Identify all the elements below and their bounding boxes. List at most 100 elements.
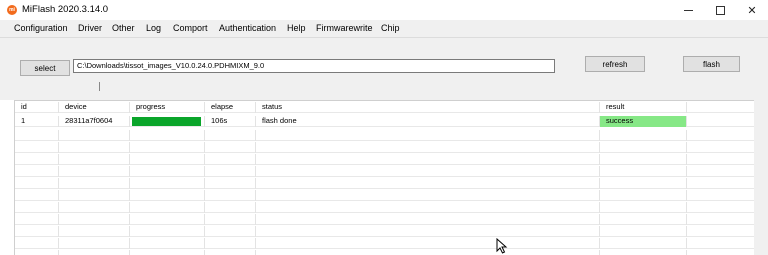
empty-cell	[59, 178, 130, 189]
empty-cell	[205, 238, 256, 249]
empty-cell	[59, 130, 130, 141]
empty-cell	[130, 130, 205, 141]
menu-log[interactable]: Log	[146, 23, 161, 33]
grid-header-row: id device progress elapse status result	[15, 102, 754, 113]
empty-table-row	[15, 214, 754, 225]
progress-bar	[132, 117, 201, 126]
firmware-path-input[interactable]: C:\Downloads\tissot_images_V10.0.24.0.PD…	[73, 59, 555, 73]
empty-cell	[59, 202, 130, 213]
empty-cell	[205, 142, 256, 153]
header-device[interactable]: device	[59, 102, 130, 113]
empty-cell	[130, 202, 205, 213]
empty-cell	[15, 238, 59, 249]
empty-cell	[205, 250, 256, 255]
grid-right-margin	[754, 100, 768, 255]
miflash-app-icon: mi	[7, 5, 17, 15]
empty-cell	[130, 178, 205, 189]
header-result[interactable]: result	[600, 102, 687, 113]
title-bar: mi MiFlash 2020.3.14.0 ✕	[0, 0, 768, 20]
empty-cell	[687, 154, 754, 165]
empty-cell	[130, 142, 205, 153]
minimize-icon	[683, 9, 693, 11]
empty-cell	[687, 166, 754, 177]
minimize-button[interactable]	[672, 0, 704, 20]
cell-elapse: 106s	[205, 116, 256, 127]
empty-cell	[256, 238, 600, 249]
empty-cell	[205, 202, 256, 213]
empty-cell	[130, 190, 205, 201]
close-icon: ✕	[747, 4, 757, 17]
empty-cell	[130, 226, 205, 237]
empty-cell	[15, 250, 59, 255]
empty-cell	[256, 226, 600, 237]
menu-bar: Configuration Driver Other Log Comport A…	[0, 20, 768, 38]
select-button[interactable]: select	[20, 60, 70, 76]
menu-chip[interactable]: Chip	[381, 23, 400, 33]
menu-firmwarewrite[interactable]: Firmwarewrite	[316, 23, 373, 33]
empty-cell	[256, 154, 600, 165]
cell-id: 1	[15, 116, 59, 127]
empty-cell	[687, 190, 754, 201]
mouse-cursor-icon	[496, 238, 508, 254]
menu-other[interactable]: Other	[112, 23, 135, 33]
empty-cell	[600, 226, 687, 237]
empty-table-row	[15, 142, 754, 153]
empty-cell	[130, 214, 205, 225]
empty-cell	[59, 214, 130, 225]
empty-cell	[59, 166, 130, 177]
refresh-button[interactable]: refresh	[585, 56, 645, 72]
empty-cell	[205, 190, 256, 201]
empty-cell	[687, 238, 754, 249]
empty-cell	[205, 130, 256, 141]
empty-cell	[59, 238, 130, 249]
empty-cell	[600, 190, 687, 201]
menu-comport[interactable]: Comport	[173, 23, 208, 33]
empty-cell	[600, 202, 687, 213]
empty-table-row	[15, 190, 754, 201]
header-status[interactable]: status	[256, 102, 600, 113]
empty-cell	[59, 142, 130, 153]
header-elapse[interactable]: elapse	[205, 102, 256, 113]
empty-cell	[130, 250, 205, 255]
empty-cell	[687, 202, 754, 213]
empty-cell	[59, 226, 130, 237]
empty-table-row	[15, 202, 754, 213]
empty-cell	[205, 166, 256, 177]
empty-cell	[600, 238, 687, 249]
empty-cell	[687, 214, 754, 225]
empty-cell	[256, 130, 600, 141]
header-filler	[687, 102, 754, 113]
empty-cell	[687, 130, 754, 141]
close-button[interactable]: ✕	[736, 0, 768, 20]
empty-cell	[256, 142, 600, 153]
menu-authentication[interactable]: Authentication	[219, 23, 276, 33]
header-progress[interactable]: progress	[130, 102, 205, 113]
empty-cell	[600, 154, 687, 165]
splitter-handle[interactable]	[99, 82, 100, 91]
empty-cell	[59, 250, 130, 255]
empty-cell	[130, 166, 205, 177]
empty-cell	[600, 178, 687, 189]
cell-progress	[130, 116, 205, 127]
device-grid[interactable]: id device progress elapse status result …	[14, 100, 754, 255]
empty-table-row	[15, 166, 754, 177]
menu-driver[interactable]: Driver	[78, 23, 102, 33]
empty-cell	[600, 166, 687, 177]
empty-cell	[15, 202, 59, 213]
menu-configuration[interactable]: Configuration	[14, 23, 68, 33]
empty-cell	[256, 250, 600, 255]
header-id[interactable]: id	[15, 102, 59, 113]
table-row[interactable]: 1 28311a7f0604 106s flash done success	[15, 116, 754, 127]
empty-cell	[205, 178, 256, 189]
empty-table-row	[15, 178, 754, 189]
cell-status: flash done	[256, 116, 600, 127]
empty-cell	[15, 190, 59, 201]
empty-cell	[256, 178, 600, 189]
empty-cell	[205, 214, 256, 225]
flash-button[interactable]: flash	[683, 56, 740, 72]
maximize-button[interactable]	[704, 0, 736, 20]
menu-help[interactable]: Help	[287, 23, 306, 33]
empty-cell	[15, 226, 59, 237]
window-title: MiFlash 2020.3.14.0	[22, 4, 109, 15]
empty-table-row	[15, 154, 754, 165]
